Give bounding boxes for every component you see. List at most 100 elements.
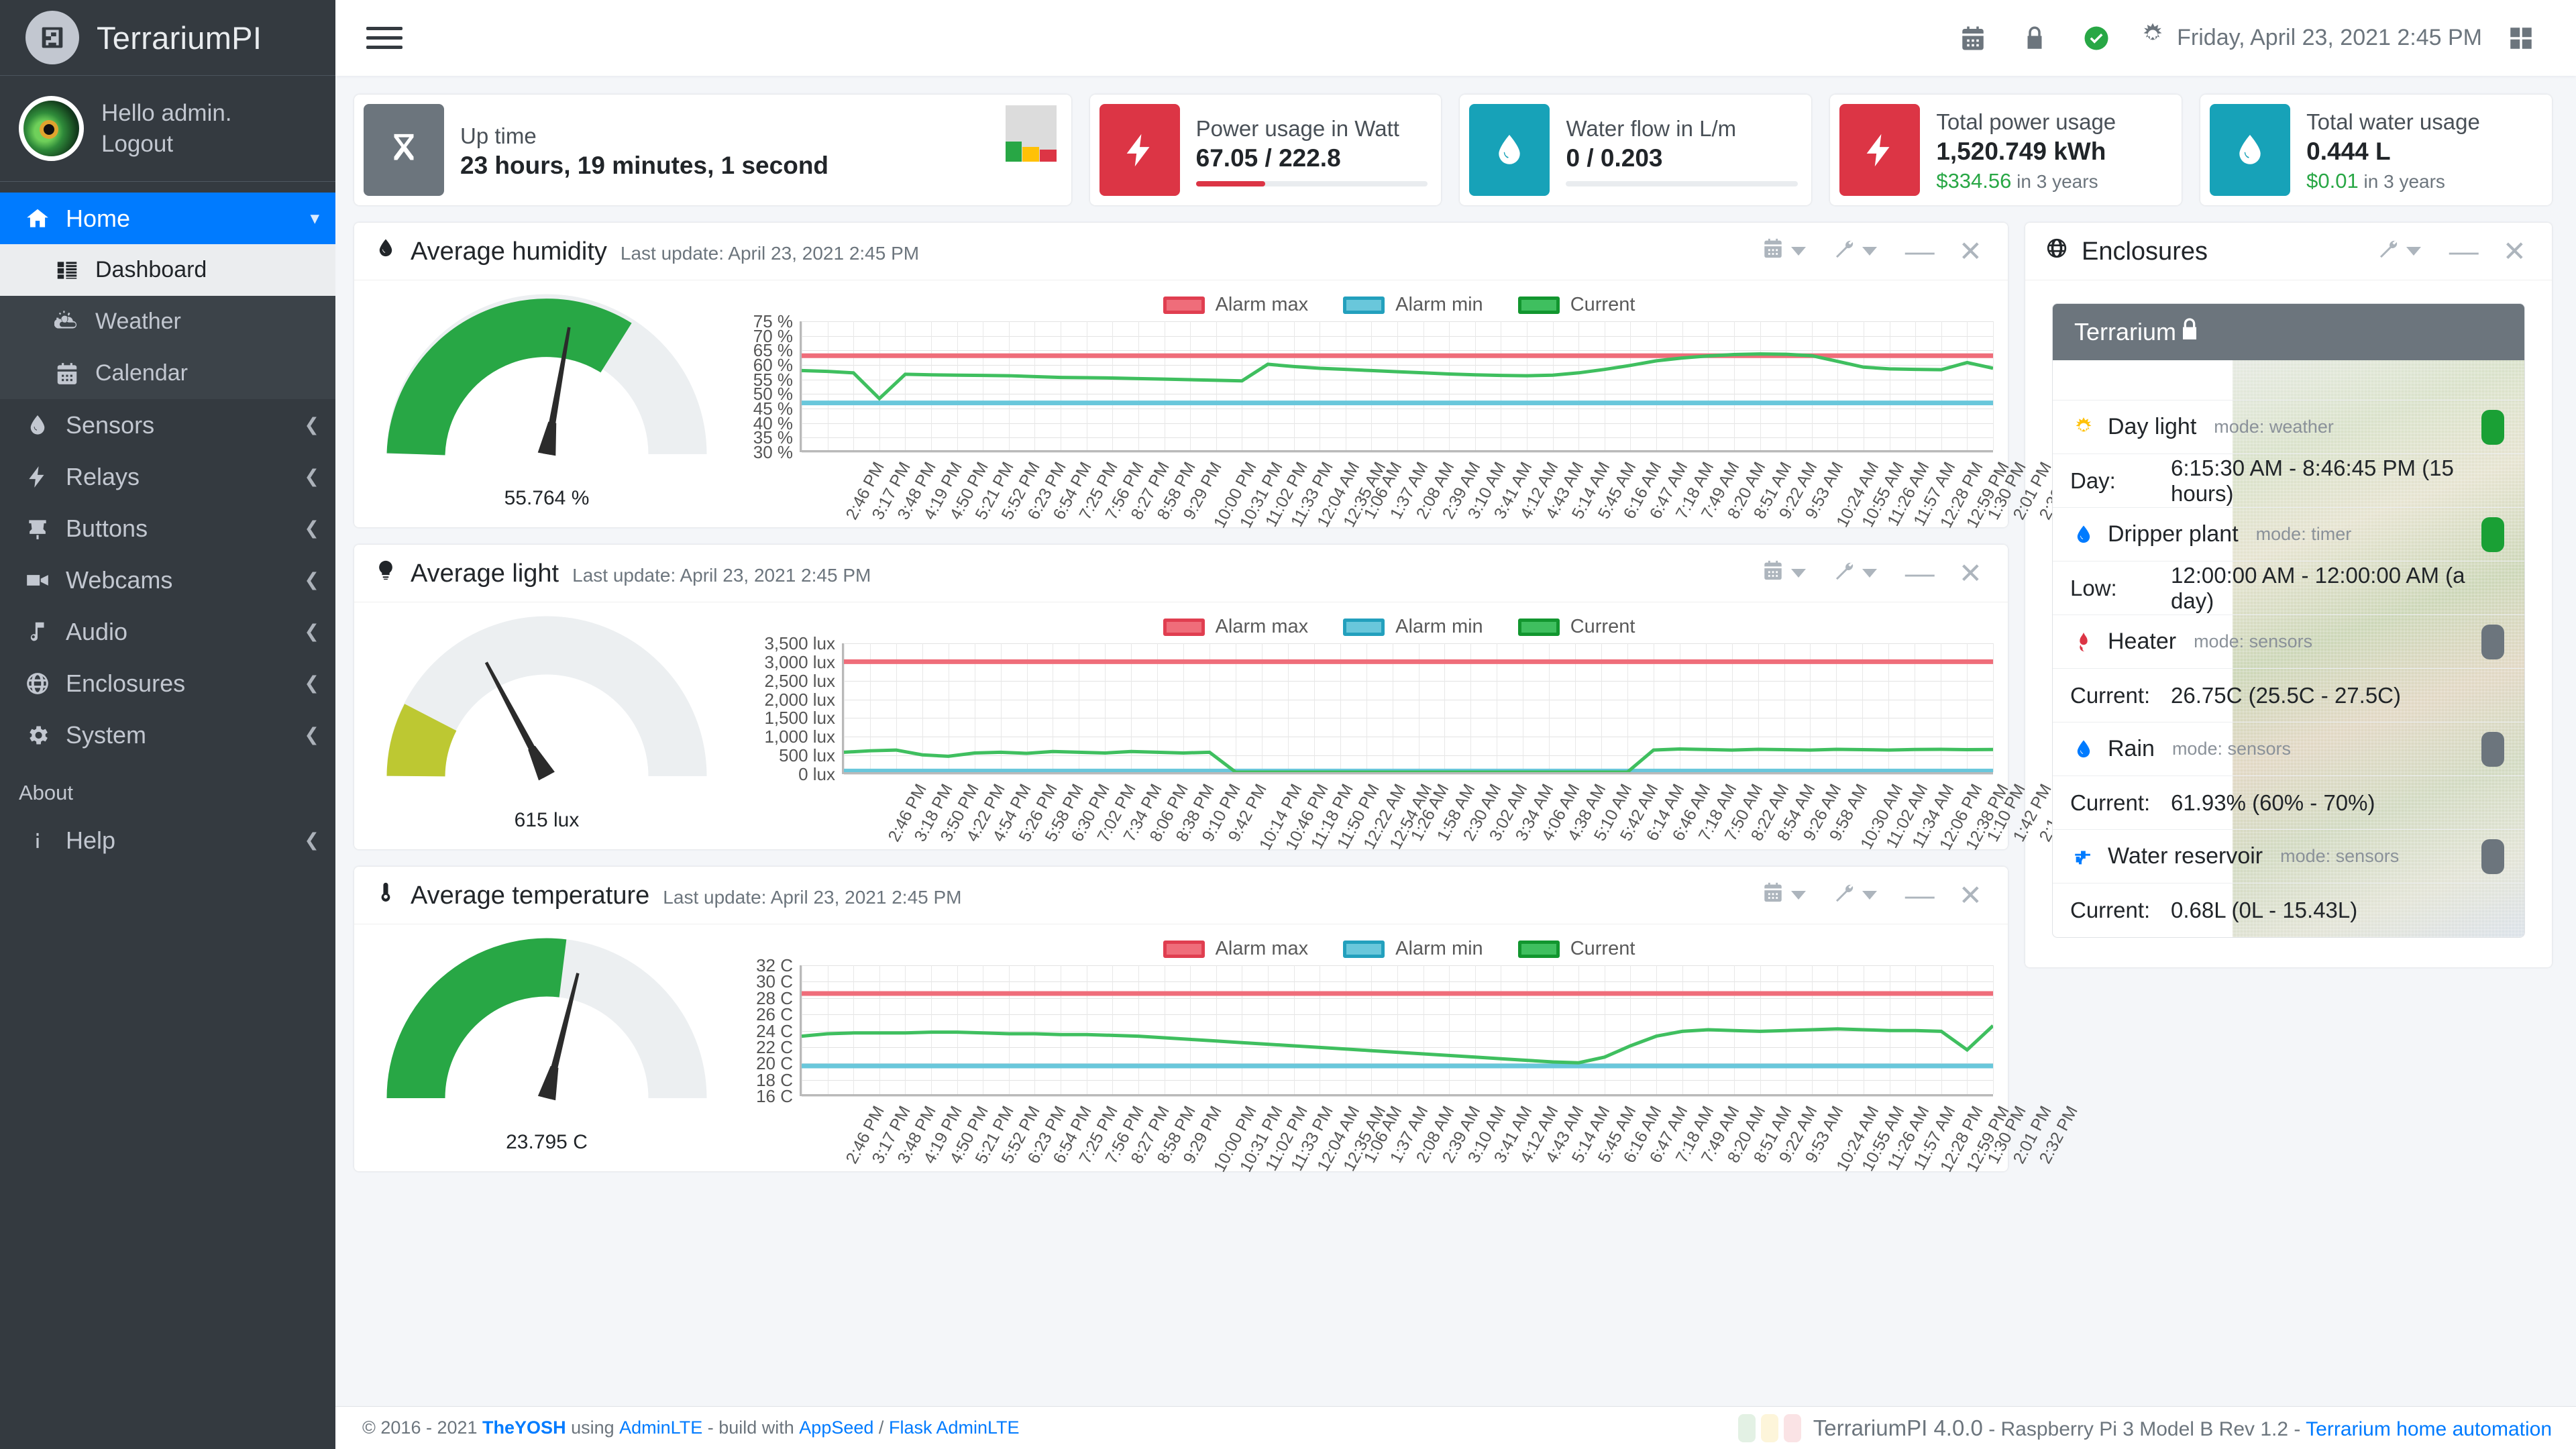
status-badge[interactable] xyxy=(2481,410,2504,445)
y-axis: 3,500 lux3,000 lux2,500 lux2,000 lux1,50… xyxy=(724,643,842,774)
enclosure-device-dripper-plant[interactable]: Dripper plant mode: timer xyxy=(2053,508,2524,561)
settings-dropdown-button[interactable] xyxy=(1819,231,1890,272)
sidebar-item-webcams[interactable]: Webcams ❮ xyxy=(0,554,335,606)
enclosure-device-heater[interactable]: Heater mode: sensors xyxy=(2053,615,2524,669)
topbar-datetime[interactable]: Friday, April 23, 2021 2:45 PM xyxy=(2127,21,2490,54)
legend-item-current: Current xyxy=(1518,938,1635,960)
footer-appseed-link[interactable]: AppSeed xyxy=(799,1417,873,1438)
close-button[interactable]: ✕ xyxy=(1949,559,1989,588)
footer-project-link[interactable]: Terrarium home automation xyxy=(2306,1418,2552,1440)
enclosure-rows: Day light mode: weather Day: 6:15:30 AM … xyxy=(2053,360,2524,937)
enclosure-device-rain[interactable]: Rain mode: sensors xyxy=(2053,722,2524,776)
minimize-button[interactable]: — xyxy=(1890,237,1949,266)
series-line xyxy=(802,1026,1993,1063)
chevron-down-icon xyxy=(1791,569,1806,578)
lock-icon[interactable] xyxy=(2004,7,2065,69)
hamburger-icon[interactable] xyxy=(366,20,402,56)
chart-series xyxy=(802,965,1993,1094)
series-line xyxy=(844,749,1993,772)
y-axis-tick: 500 lux xyxy=(779,747,835,764)
sidebar-item-label: Sensors xyxy=(66,411,154,439)
footer-adminlte-link[interactable]: AdminLTE xyxy=(619,1417,702,1438)
logout-link[interactable]: Logout xyxy=(101,131,232,158)
status-badge[interactable] xyxy=(2481,732,2504,767)
sidebar-item-dashboard[interactable]: Dashboard xyxy=(0,244,335,296)
lock-icon[interactable] xyxy=(2176,316,2203,349)
sidebar-item-label: Home xyxy=(66,205,130,233)
infobox-value: 0.444 L xyxy=(2306,138,2538,166)
sidebar-item-weather[interactable]: Weather xyxy=(0,296,335,347)
legend-label: Current xyxy=(1570,616,1635,638)
settings-dropdown-button[interactable] xyxy=(1819,553,1890,594)
sparkline-chart xyxy=(1006,105,1057,162)
settings-dropdown-button[interactable] xyxy=(1819,875,1890,916)
droplet-icon xyxy=(19,413,56,438)
sidebar-item-buttons[interactable]: Buttons ❮ xyxy=(0,502,335,554)
enclosure-header: Terrarium xyxy=(2053,304,2524,360)
close-button[interactable]: ✕ xyxy=(1949,881,1989,910)
sidebar-item-enclosures[interactable]: Enclosures ❮ xyxy=(0,657,335,709)
minimize-button[interactable]: — xyxy=(1890,881,1949,910)
status-badge[interactable] xyxy=(2481,517,2504,552)
legend-label: Alarm max xyxy=(1216,938,1309,960)
status-badge[interactable] xyxy=(2481,839,2504,874)
brand[interactable]: TerrariumPI xyxy=(0,0,335,76)
calendar-icon[interactable] xyxy=(1942,7,2004,69)
enclosure-device-day-light[interactable]: Day light mode: weather xyxy=(2053,400,2524,454)
thermometer-icon xyxy=(374,881,397,904)
footer-build: - build with xyxy=(708,1417,794,1438)
card-header: Average temperature Last update: April 2… xyxy=(354,867,2008,924)
sidebar-item-audio[interactable]: Audio ❮ xyxy=(0,606,335,657)
wrench-icon xyxy=(1833,559,1856,588)
wrench-icon xyxy=(1833,237,1856,266)
footer-copyright: © 2016 - 2021 xyxy=(362,1417,478,1438)
minimize-button[interactable]: — xyxy=(1890,559,1949,588)
sidebar-item-sensors[interactable]: Sensors ❮ xyxy=(0,399,335,451)
bolt-icon xyxy=(19,464,56,490)
sidebar-item-system[interactable]: System ❮ xyxy=(0,709,335,761)
close-button[interactable]: ✕ xyxy=(1949,237,1989,266)
control-sidebar-grid-icon[interactable] xyxy=(2490,7,2552,69)
legend-label: Current xyxy=(1570,294,1635,316)
period-dropdown-button[interactable] xyxy=(1748,875,1819,916)
reading-value: 6:15:30 AM - 8:46:45 PM (15 hours) xyxy=(2171,455,2504,506)
infobox-label: Total water usage xyxy=(2306,109,2538,135)
chart-series xyxy=(844,643,1993,772)
footer-author-link[interactable]: TheYOSH xyxy=(482,1417,566,1438)
sidebar-item-calendar[interactable]: Calendar xyxy=(0,347,335,399)
footer-flask-link[interactable]: Flask AdminLTE xyxy=(889,1417,1020,1438)
legend-swatch xyxy=(1343,297,1385,314)
sidebar-item-relays[interactable]: Relays ❮ xyxy=(0,451,335,502)
close-button[interactable]: ✕ xyxy=(2493,237,2533,266)
chevron-down-icon xyxy=(1791,247,1806,256)
period-dropdown-button[interactable] xyxy=(1748,231,1819,272)
sidebar-item-home[interactable]: Home ▾ xyxy=(0,193,335,244)
wrench-icon xyxy=(2377,237,2400,266)
legend-item-current: Current xyxy=(1518,294,1635,316)
card-subtitle: Last update: April 23, 2021 2:45 PM xyxy=(572,565,871,586)
globe-icon xyxy=(2045,237,2068,260)
check-circle-icon[interactable] xyxy=(2065,7,2127,69)
infobox-label: Up time xyxy=(460,123,1058,149)
legend-item-alarm-max: Alarm max xyxy=(1163,938,1309,960)
sidebar-item-help[interactable]: Help ❮ xyxy=(0,814,335,866)
minimize-button[interactable]: — xyxy=(2434,237,2493,266)
reading-label: Current: xyxy=(2070,683,2171,708)
sidebar-item-label: Weather xyxy=(95,309,181,335)
legend-swatch xyxy=(1163,941,1205,958)
footer: © 2016 - 2021 TheYOSH using AdminLTE - b… xyxy=(335,1406,2576,1449)
plot-area xyxy=(800,321,1993,452)
y-axis-tick: 3,500 lux xyxy=(764,635,835,652)
plot-humidity: 75 %70 %65 %60 %55 %50 %45 %40 %35 %30 % xyxy=(724,321,1993,452)
status-badge[interactable] xyxy=(2481,625,2504,659)
plot-temperature: 32 C30 C28 C26 C24 C22 C20 C18 C16 C xyxy=(724,965,1993,1096)
device-name: Water reservoir xyxy=(2108,843,2263,869)
brand-title: TerrariumPI xyxy=(97,19,262,56)
legend-swatch xyxy=(1163,297,1205,314)
device-mode: mode: weather xyxy=(2214,417,2334,437)
bolt-icon xyxy=(1839,104,1920,196)
settings-dropdown-button[interactable] xyxy=(2363,231,2434,272)
gauge-dial xyxy=(396,947,698,1108)
enclosure-device-water-reservoir[interactable]: Water reservoir mode: sensors xyxy=(2053,830,2524,883)
period-dropdown-button[interactable] xyxy=(1748,553,1819,594)
